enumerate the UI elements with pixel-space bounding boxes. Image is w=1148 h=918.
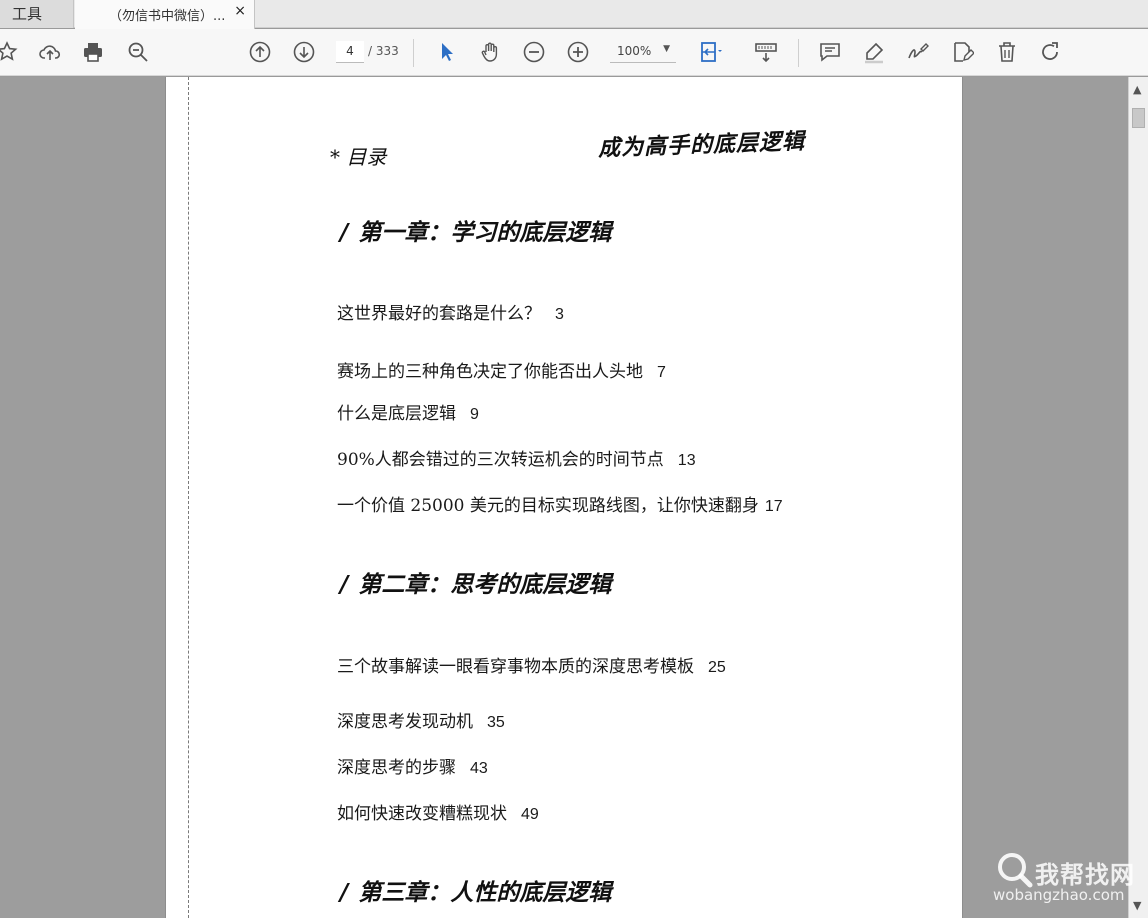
document-viewport[interactable]: * 目录 成为高手的底层逻辑 / 第一章：学习的底层逻辑 这世界最好的套路是什么？… [0, 77, 1128, 918]
toc-entry[interactable]: 深度思考的步骤 43 [337, 753, 488, 778]
chapter-mark: / [340, 572, 349, 598]
toc-entry-page: 9 [470, 406, 479, 423]
toc-entry-text: 一个价值 25000 美元的目标实现路线图，让你快速翻身 [337, 496, 759, 516]
toolbar: 4 / 333 100% ▼ [0, 29, 1148, 76]
toc-entry-page: 3 [555, 306, 564, 323]
toc-entry-page: 49 [521, 806, 539, 823]
toolbar-divider [413, 39, 414, 67]
document-page: * 目录 成为高手的底层逻辑 / 第一章：学习的底层逻辑 这世界最好的套路是什么？… [165, 77, 963, 918]
toc-entry[interactable]: 什么是底层逻辑 9 [337, 399, 479, 424]
search-zoom-icon[interactable] [125, 39, 151, 65]
hand-tool-icon[interactable] [477, 39, 503, 65]
toc-entry-text: 深度思考的步骤 [337, 758, 456, 778]
chapter-mark: / [340, 220, 349, 246]
highlight-icon[interactable] [861, 39, 887, 65]
toc-entry-page: 13 [677, 452, 696, 469]
chapter-mark: / [340, 880, 349, 906]
toc-entry[interactable]: 深度思考发现动机 35 [337, 707, 505, 732]
toc-entry-text: 如何快速改变糟糕现状 [337, 804, 507, 824]
zoom-value: 100% [617, 44, 652, 58]
chapter-heading: / 第二章：思考的底层逻辑 [340, 565, 611, 599]
watermark-domain: wobangzhao.com [993, 886, 1125, 904]
zoom-select[interactable]: 100% ▼ [610, 41, 676, 63]
chapter-heading: / 第一章：学习的底层逻辑 [340, 213, 611, 247]
sign-icon[interactable] [905, 39, 931, 65]
page-total: / 333 [368, 44, 399, 58]
zoom-out-icon[interactable] [521, 39, 547, 65]
toc-entry-text: 90%人都会错过的三次转运机会的时间节点 [337, 450, 664, 470]
chevron-down-icon: ▼ [663, 44, 670, 54]
chapter-title: 第三章：人性的底层逻辑 [358, 880, 612, 906]
toc-entry[interactable]: 一个价值 25000 美元的目标实现路线图，让你快速翻身 17 [337, 491, 783, 516]
magnifier-logo-icon [998, 853, 1033, 888]
toc-entry-page: 7 [657, 364, 666, 381]
vertical-scrollbar[interactable]: ▲ ▼ [1128, 77, 1148, 918]
toc-entry[interactable]: 三个故事解读一眼看穿事物本质的深度思考模板 25 [337, 652, 726, 677]
edit-icon[interactable] [949, 39, 975, 65]
select-cursor-icon[interactable] [434, 39, 460, 65]
toc-entry-text: 赛场上的三种角色决定了你能否出人头地 [337, 362, 643, 382]
toc-entry[interactable]: 赛场上的三种角色决定了你能否出人头地 7 [337, 357, 666, 382]
rotate-icon[interactable] [1037, 39, 1063, 65]
toc-entry-text: 这世界最好的套路是什么？ [337, 304, 541, 324]
toc-entry-page: 17 [764, 498, 783, 515]
tab-bar: 工具 （勿信书中微信）... × [0, 0, 1148, 29]
toolbar-divider [798, 39, 799, 67]
page-number-input[interactable]: 4 [336, 41, 364, 63]
next-page-icon[interactable] [291, 39, 317, 65]
toc-entry-text: 深度思考发现动机 [337, 712, 473, 732]
toc-entry[interactable]: 如何快速改变糟糕现状 49 [337, 799, 539, 824]
toc-entry-page: 25 [708, 659, 726, 676]
scan-binding-edge [188, 77, 190, 918]
tab-close-icon[interactable]: × [234, 3, 246, 19]
toc-entry-page: 43 [470, 760, 488, 777]
chapter-title: 第二章：思考的底层逻辑 [358, 572, 612, 598]
print-icon[interactable] [80, 39, 106, 65]
tab-document-title: （勿信书中微信）... [109, 9, 226, 24]
delete-icon[interactable] [994, 39, 1020, 65]
scroll-up-icon[interactable]: ▲ [1133, 83, 1141, 96]
upload-cloud-icon[interactable] [37, 39, 63, 65]
watermark-text: 我帮找网 [1035, 861, 1135, 889]
toc-heading: * 目录 [330, 145, 387, 169]
comment-icon[interactable] [817, 39, 843, 65]
toc-entry-page: 35 [487, 714, 505, 731]
tab-document[interactable]: （勿信书中微信）... × [75, 0, 255, 29]
scroll-mode-icon[interactable] [753, 39, 779, 65]
fit-page-icon[interactable] [697, 39, 723, 65]
book-title: 成为高手的底层逻辑 [597, 128, 806, 162]
bookmark-star-icon[interactable] [0, 39, 20, 65]
toc-entry[interactable]: 90%人都会错过的三次转运机会的时间节点 13 [337, 445, 696, 470]
prev-page-icon[interactable] [247, 39, 273, 65]
chapter-heading: / 第三章：人性的底层逻辑 [340, 873, 611, 907]
toc-entry-text: 三个故事解读一眼看穿事物本质的深度思考模板 [337, 657, 694, 677]
toc-entry[interactable]: 这世界最好的套路是什么？ 3 [337, 299, 564, 324]
toc-entry-text: 什么是底层逻辑 [337, 404, 456, 424]
site-watermark: 我帮找网 wobangzhao.com [993, 850, 1143, 910]
tab-tools[interactable]: 工具 [0, 0, 74, 28]
zoom-in-icon[interactable] [565, 39, 591, 65]
scrollbar-thumb[interactable] [1132, 108, 1145, 128]
chapter-title: 第一章：学习的底层逻辑 [358, 220, 612, 246]
